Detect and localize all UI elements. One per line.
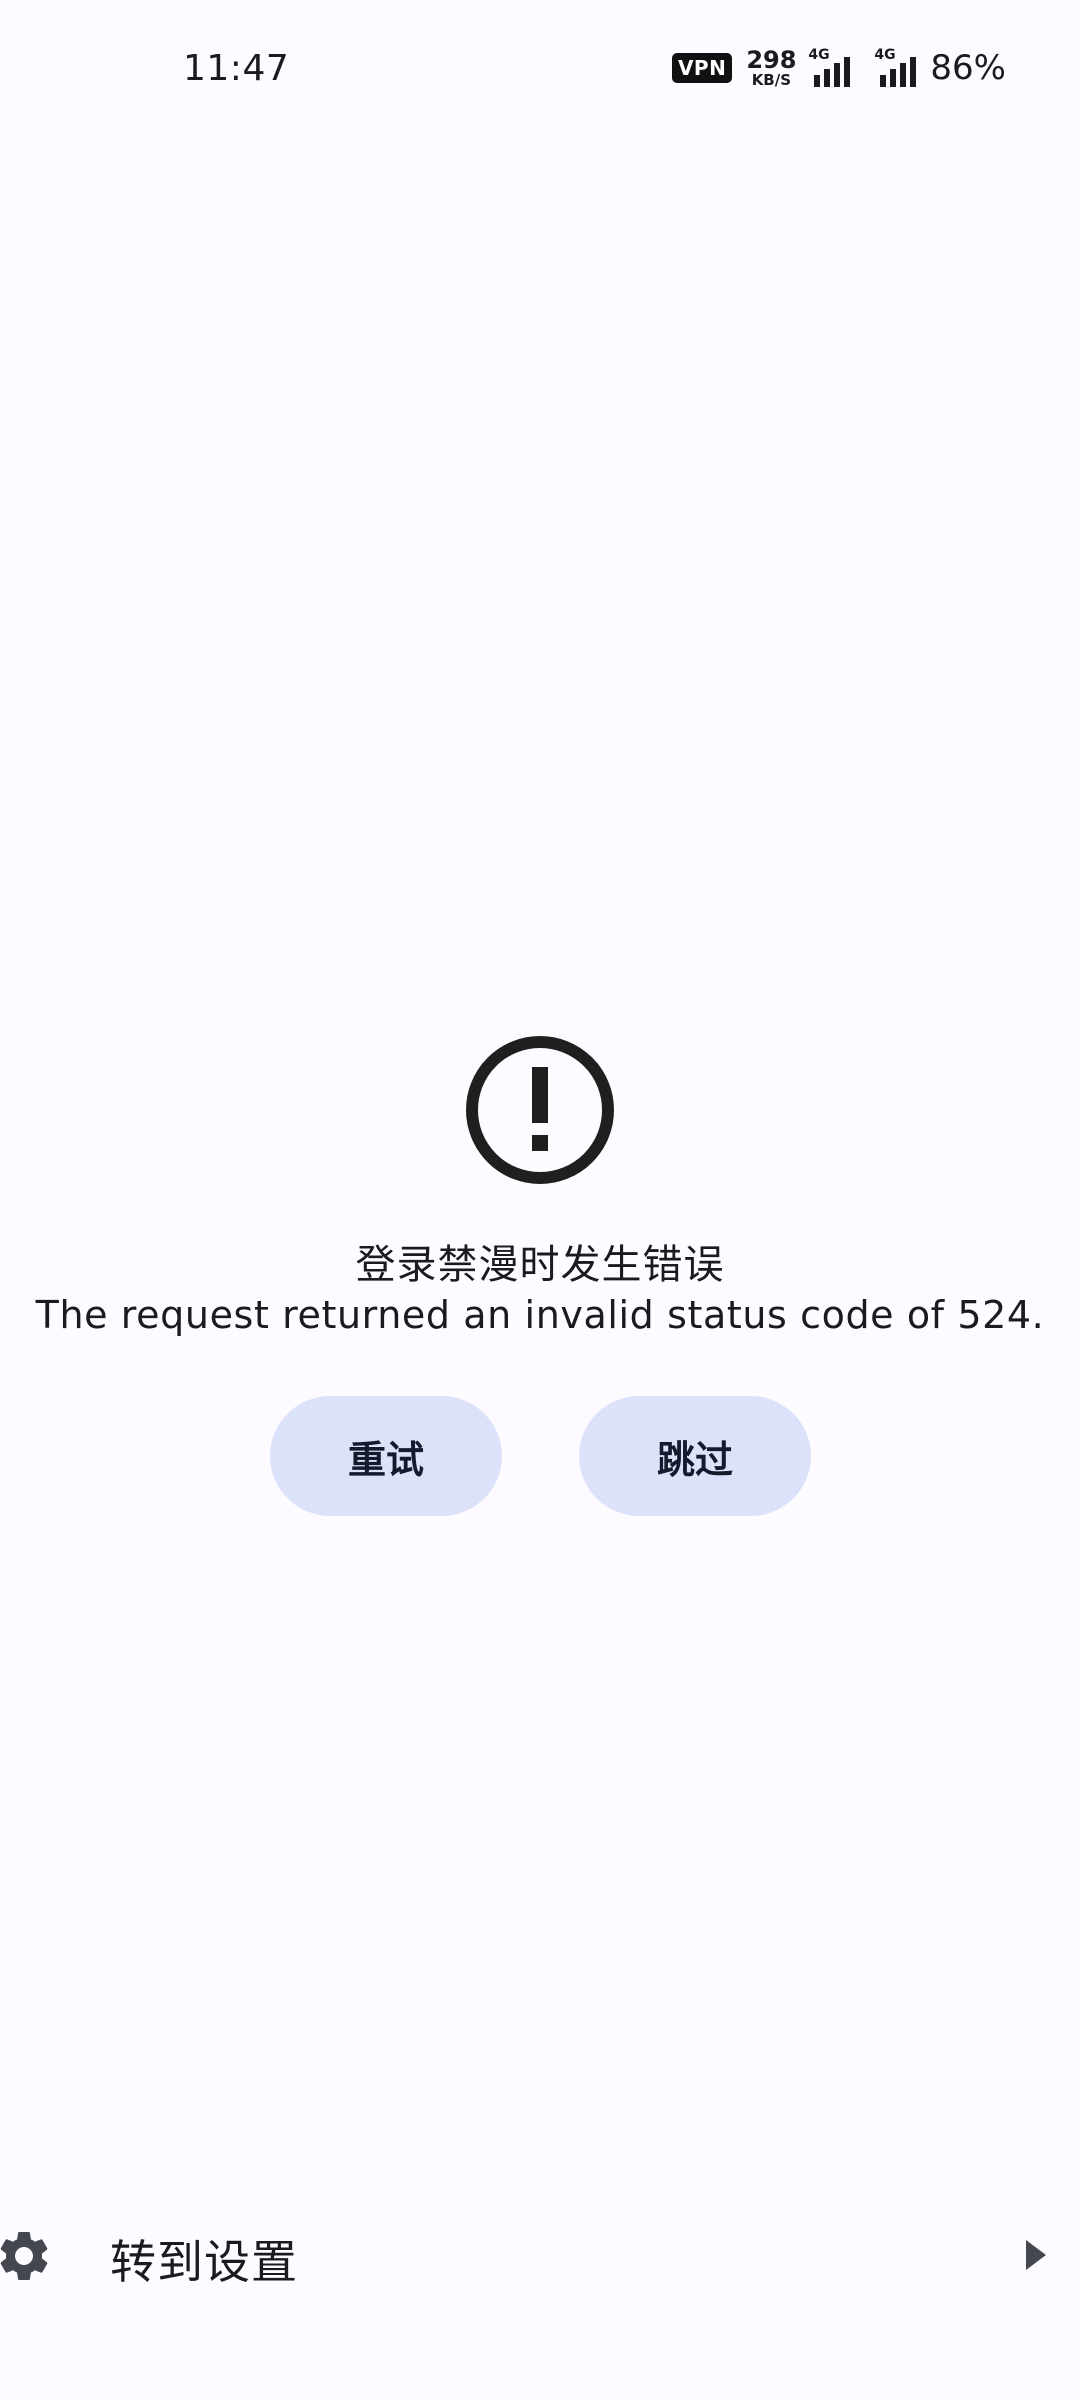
network-speed: 298 KB/S <box>746 48 796 88</box>
vpn-badge: VPN <box>671 53 733 83</box>
network-type-2: 4G <box>874 47 896 63</box>
network-speed-value: 298 <box>746 46 797 74</box>
cell-signal-2-icon: 4G <box>864 47 917 87</box>
battery-level: 86% <box>930 48 1006 88</box>
retry-button[interactable]: 重试 <box>270 1396 502 1516</box>
error-outline-icon <box>466 1036 614 1184</box>
gear-icon <box>0 2232 48 2280</box>
status-time: 11:47 <box>183 48 290 89</box>
error-message: The request returned an invalid status c… <box>35 1293 1045 1337</box>
arrow-right-icon <box>1026 2240 1046 2270</box>
status-icons: VPN 298 KB/S 4G 4G 86% <box>671 46 1006 90</box>
network-type-1: 4G <box>808 47 830 63</box>
go-to-settings-label: 转到设置 <box>110 2235 298 2289</box>
status-bar: 11:47 VPN 298 KB/S 4G 4G 86% <box>0 0 1080 140</box>
go-to-settings-row[interactable]: 转到设置 <box>0 2198 1080 2310</box>
cell-signal-1-icon: 4G <box>808 47 851 87</box>
network-speed-unit: KB/S <box>751 71 792 89</box>
error-title: 登录禁漫时发生错误 <box>355 1242 725 1288</box>
skip-button[interactable]: 跳过 <box>579 1396 811 1516</box>
